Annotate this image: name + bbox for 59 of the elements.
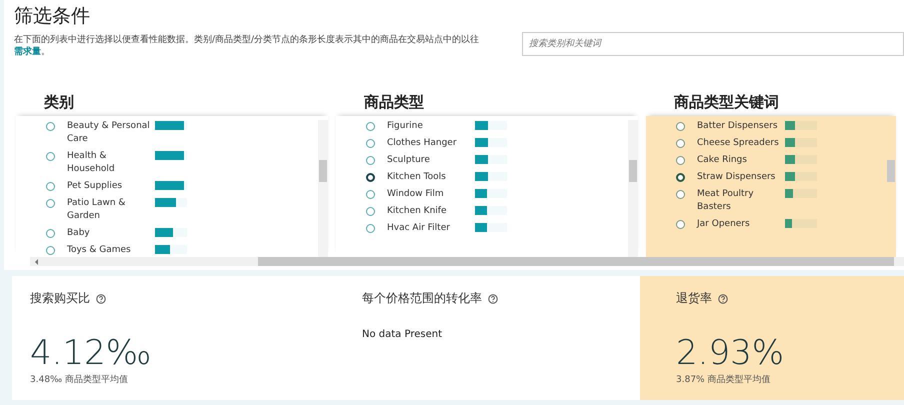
radio-button[interactable] xyxy=(366,156,375,165)
average-value: 3.48‰ 商品类型平均值 xyxy=(30,374,129,386)
radio-button[interactable] xyxy=(676,173,685,182)
list-item-label[interactable]: Clothes Hanger xyxy=(387,137,475,150)
page-title: 筛选条件 xyxy=(14,4,91,28)
list-item-label[interactable]: Kitchen Tools xyxy=(387,171,475,184)
list-item-label[interactable]: Cheese Spreaders xyxy=(697,137,785,150)
demand-link[interactable]: 需求量 xyxy=(14,47,41,57)
metric-title: 搜索购买比 xyxy=(30,290,90,307)
metric-title: 每个价格范围的转化率 xyxy=(362,290,482,307)
radio-button[interactable] xyxy=(46,152,55,161)
list-item-label[interactable]: Patio Lawn & Garden xyxy=(67,197,155,223)
list-item-label[interactable]: Beauty & Personal Care xyxy=(67,120,155,146)
vertical-scrollbar[interactable] xyxy=(628,120,638,257)
column-heading: 类别 xyxy=(44,92,75,113)
radio-button[interactable] xyxy=(46,229,55,238)
list-item-label[interactable]: Cake Rings xyxy=(697,154,785,167)
radio-button[interactable] xyxy=(676,122,685,131)
column-heading: 商品类型 xyxy=(364,92,425,113)
radio-button[interactable] xyxy=(366,207,375,216)
radio-button[interactable] xyxy=(46,122,55,131)
radio-button[interactable] xyxy=(366,190,375,199)
radio-button[interactable] xyxy=(676,156,685,165)
empty-message: No data Present xyxy=(362,329,443,340)
help-icon[interactable] xyxy=(718,294,728,304)
list-item-label[interactable]: Jar Openers xyxy=(697,218,785,231)
radio-button[interactable] xyxy=(46,246,55,255)
list-item-label[interactable]: Baby xyxy=(67,227,155,240)
description-text: 在下面的列表中进行选择以便查看性能数据。类别/商品类型/分类节点的条形长度表示其中的商品在交易站点中的以往 需求量。 xyxy=(14,34,480,58)
horizontal-scrollbar[interactable] xyxy=(30,257,904,266)
list-item-label[interactable]: Figurine xyxy=(387,120,475,133)
help-icon[interactable] xyxy=(96,294,106,304)
radio-button[interactable] xyxy=(676,190,685,199)
list-item-label[interactable]: Window Film xyxy=(387,188,475,201)
radio-button[interactable] xyxy=(366,122,375,131)
list-item-label[interactable]: Health & Household xyxy=(67,150,155,176)
list-item-label[interactable]: Sculpture xyxy=(387,154,475,167)
metric-value: 4.12‰ xyxy=(30,333,152,373)
radio-button[interactable] xyxy=(46,182,55,191)
list-item-label[interactable]: Kitchen Knife xyxy=(387,205,475,218)
list-item-label[interactable]: Batter Dispensers xyxy=(697,120,785,133)
radio-button[interactable] xyxy=(676,220,685,229)
column-heading: 商品类型关键词 xyxy=(674,92,780,113)
list-item-label[interactable]: Toys & Games xyxy=(67,244,155,257)
radio-button[interactable] xyxy=(46,199,55,208)
radio-button[interactable] xyxy=(676,139,685,148)
vertical-scrollbar[interactable] xyxy=(318,120,328,257)
list-item-label[interactable]: Pet Supplies xyxy=(67,180,155,193)
radio-button[interactable] xyxy=(366,139,375,148)
average-value: 3.87% 商品类型平均值 xyxy=(676,374,772,386)
radio-button[interactable] xyxy=(366,173,375,182)
radio-button[interactable] xyxy=(366,224,375,233)
list-item-label[interactable]: Hvac Air Filter xyxy=(387,222,475,235)
search-field[interactable]: 搜索类别和关键词 xyxy=(522,32,904,56)
help-icon[interactable] xyxy=(488,294,498,304)
metric-title: 退货率 xyxy=(676,290,712,307)
metric-value: 2.93% xyxy=(676,333,786,373)
list-item-label[interactable]: Meat Poultry Basters xyxy=(697,188,785,214)
list-item-label[interactable]: Straw Dispensers xyxy=(697,171,785,184)
